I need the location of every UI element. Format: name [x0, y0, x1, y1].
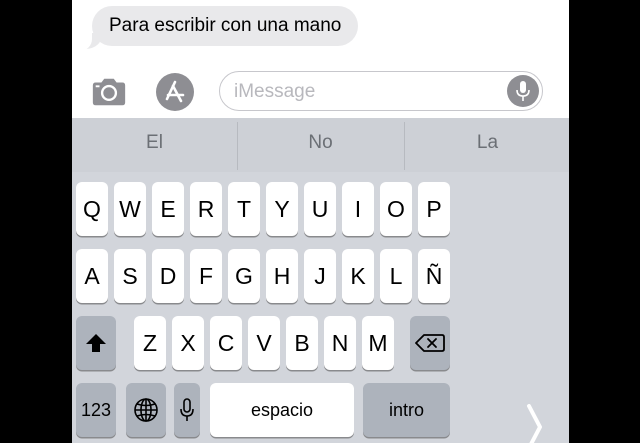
- key-k[interactable]: K: [342, 249, 374, 303]
- space-key[interactable]: espacio: [210, 383, 354, 437]
- numbers-key[interactable]: 123: [76, 383, 116, 437]
- suggestion-3[interactable]: La: [405, 118, 569, 172]
- camera-icon: [92, 78, 126, 106]
- key-z[interactable]: Z: [134, 316, 166, 370]
- key-w[interactable]: W: [114, 182, 146, 236]
- key-p[interactable]: P: [418, 182, 450, 236]
- key-h[interactable]: H: [266, 249, 298, 303]
- key-l[interactable]: L: [380, 249, 412, 303]
- camera-button[interactable]: [90, 73, 128, 111]
- imessage-placeholder: iMessage: [234, 81, 316, 102]
- shift-key[interactable]: [76, 316, 116, 370]
- microphone-icon: [516, 81, 530, 101]
- backspace-icon: [415, 334, 445, 352]
- key-f[interactable]: F: [190, 249, 222, 303]
- key-e[interactable]: E: [152, 182, 184, 236]
- suggestion-1[interactable]: El: [72, 118, 237, 172]
- key-v[interactable]: V: [248, 316, 280, 370]
- return-key[interactable]: intro: [363, 383, 450, 437]
- key-s[interactable]: S: [114, 249, 146, 303]
- expand-keyboard-button[interactable]: [524, 404, 546, 443]
- globe-icon: [134, 398, 158, 422]
- shift-arrow-icon: [86, 334, 106, 352]
- received-message-bubble[interactable]: Para escribir con una mano: [92, 6, 359, 46]
- key-x[interactable]: X: [172, 316, 204, 370]
- key-g[interactable]: G: [228, 249, 260, 303]
- suggestion-2[interactable]: No: [238, 118, 403, 172]
- message-thread: Para escribir con una mano iMessage: [72, 0, 569, 118]
- key-b[interactable]: B: [286, 316, 318, 370]
- suggestion-bar: El No La: [72, 118, 569, 172]
- key-u[interactable]: U: [304, 182, 336, 236]
- globe-key[interactable]: [126, 383, 166, 437]
- keyboard: El No La Q W E R T Y U I O P A S D F G H…: [72, 118, 569, 443]
- imessage-input[interactable]: iMessage: [219, 71, 543, 111]
- dictation-key[interactable]: [174, 383, 200, 437]
- messages-screen: Para escribir con una mano iMessage El N…: [72, 0, 569, 443]
- key-j[interactable]: J: [304, 249, 336, 303]
- key-a[interactable]: A: [76, 249, 108, 303]
- chevron-right-icon: [527, 404, 542, 443]
- delete-key[interactable]: [410, 316, 450, 370]
- key-d[interactable]: D: [152, 249, 184, 303]
- appstore-button[interactable]: [156, 73, 194, 111]
- key-n-tilde[interactable]: Ñ: [418, 249, 450, 303]
- key-c[interactable]: C: [210, 316, 242, 370]
- key-o[interactable]: O: [380, 182, 412, 236]
- key-t[interactable]: T: [228, 182, 260, 236]
- key-m[interactable]: M: [362, 316, 394, 370]
- key-n[interactable]: N: [324, 316, 356, 370]
- microphone-icon: [180, 398, 194, 421]
- key-y[interactable]: Y: [266, 182, 298, 236]
- key-q[interactable]: Q: [76, 182, 108, 236]
- key-i[interactable]: I: [342, 182, 374, 236]
- dictation-button[interactable]: [507, 75, 539, 107]
- appstore-icon: [165, 80, 185, 103]
- key-r[interactable]: R: [190, 182, 222, 236]
